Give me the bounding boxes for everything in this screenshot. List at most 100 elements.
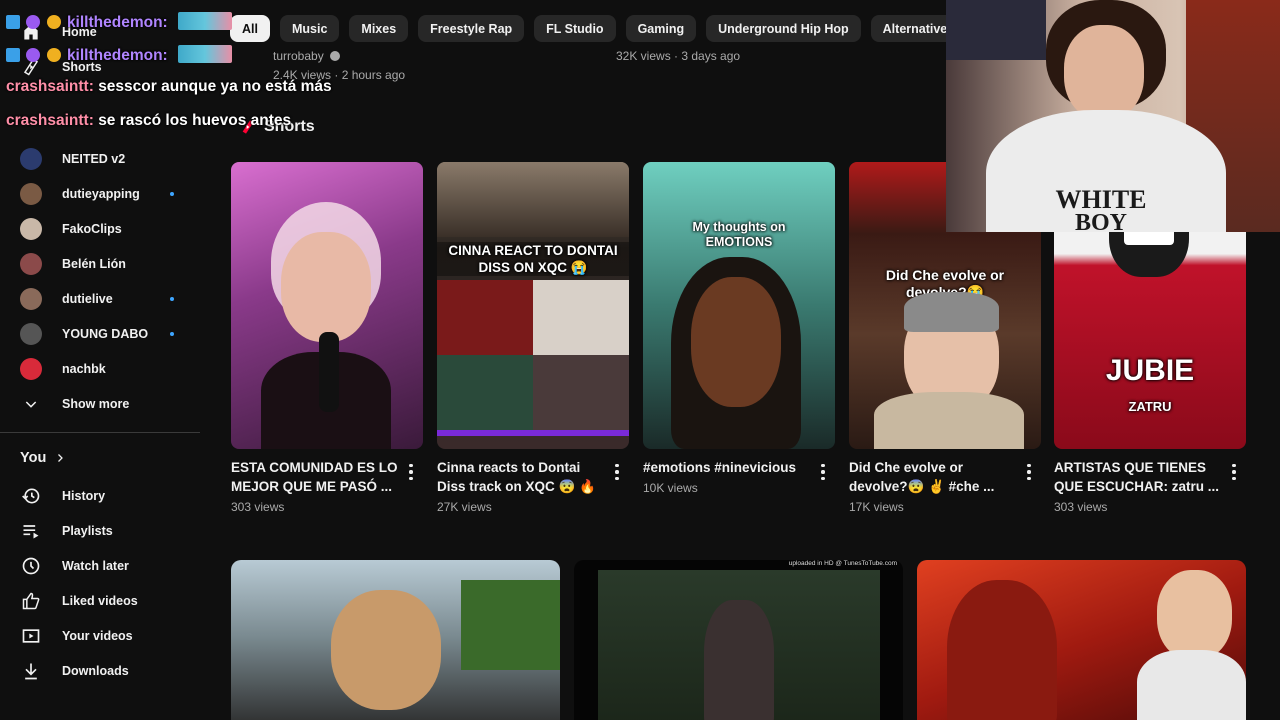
streamer-webcam: WHITE BOY	[946, 0, 1280, 232]
short-title[interactable]: Did Che evolve or devolve?😨 ✌ #che ...	[849, 458, 1017, 496]
short-card[interactable]: My thoughts on EMOTIONS #emotions #ninev…	[643, 162, 835, 495]
more-options-icon[interactable]	[815, 460, 831, 484]
sidebar-item-label: nachbk	[62, 361, 106, 376]
avatar	[20, 357, 42, 380]
chevron-down-icon	[20, 393, 42, 415]
sidebar-item-label: Downloads	[62, 663, 129, 678]
live-indicator	[170, 296, 174, 301]
short-views: 303 views	[1054, 500, 1108, 514]
gift-badge-icon	[46, 15, 61, 29]
avatar	[20, 252, 42, 275]
short-thumbnail[interactable]	[231, 162, 423, 449]
live-indicator	[170, 191, 174, 196]
sidebar-item-label: Playlists	[62, 523, 113, 538]
sidebar-item-your-videos[interactable]: Your videos	[0, 618, 200, 653]
sub-badge-icon	[26, 48, 41, 62]
short-title[interactable]: ARTISTAS QUE TIENES QUE ESCUCHAR: zatru …	[1054, 458, 1222, 496]
sidebar-item-liked-videos[interactable]: Liked videos	[0, 583, 200, 618]
short-title[interactable]: Cinna reacts to Dontai Diss track on XQC…	[437, 458, 605, 496]
sidebar-divider	[0, 432, 200, 433]
short-thumbnail[interactable]: CINNA REACT TO DONTAI DISS ON XQC 😭	[437, 162, 629, 449]
sidebar-item-you[interactable]: You	[20, 450, 66, 466]
sidebar-item-label: dutielive	[62, 291, 113, 306]
chip-gaming[interactable]: Gaming	[625, 15, 697, 42]
sidebar-item-subscription[interactable]: dutieyapping	[0, 176, 200, 211]
chat-text: se rascó los huevos antes	[98, 112, 292, 129]
more-options-icon[interactable]	[1226, 460, 1242, 484]
sidebar-item-label: YOUNG DABO	[62, 326, 149, 341]
short-views: 303 views	[231, 500, 285, 514]
chat-message: crashsaintt: se rascó los huevos antes	[6, 112, 291, 130]
more-options-icon[interactable]	[609, 460, 625, 484]
verified-icon	[329, 51, 340, 61]
chat-username: killthedemon:	[66, 14, 168, 31]
sword-badge-icon	[6, 48, 20, 62]
chevron-right-icon	[58, 454, 64, 462]
more-options-icon[interactable]	[403, 460, 419, 484]
short-views: 10K views	[643, 481, 698, 495]
watch-later-icon	[20, 555, 42, 577]
chip-underground-hip-hop[interactable]: Underground Hip Hop	[706, 15, 861, 42]
sidebar: Home Shorts NEITED v2 dutieyapping FakoC…	[0, 0, 210, 720]
more-options-icon[interactable]	[1021, 460, 1037, 484]
download-icon	[20, 660, 42, 682]
sidebar-item-subscription[interactable]: Belén Lión	[0, 246, 200, 281]
channel-name-text: turrobaby	[273, 49, 324, 63]
sidebar-item-label: History	[62, 488, 106, 503]
sidebar-item-subscription[interactable]: FakoClips	[0, 211, 200, 246]
short-title[interactable]: #emotions #ninevicious	[643, 458, 811, 477]
sidebar-item-watch-later[interactable]: Watch later	[0, 548, 200, 583]
sidebar-item-label: Liked videos	[62, 593, 138, 608]
sword-badge-icon	[6, 15, 20, 29]
sidebar-item-subscription[interactable]: dutielive	[0, 281, 200, 316]
chat-message: crashsaintt: sesscor aunque ya no está m…	[6, 78, 332, 96]
chip-all[interactable]: All	[230, 15, 270, 42]
chip-mixes[interactable]: Mixes	[349, 15, 409, 42]
chip-fl-studio[interactable]: FL Studio	[534, 15, 616, 42]
history-icon	[20, 485, 42, 507]
sidebar-item-subscription[interactable]: nachbk	[0, 351, 200, 386]
short-title[interactable]: ESTA COMUNIDAD ES LO MEJOR QUE ME PASÓ .…	[231, 458, 399, 496]
chat-message: killthedemon:	[6, 12, 233, 32]
short-thumbnail[interactable]: My thoughts on EMOTIONS	[643, 162, 835, 449]
video-thumbnail[interactable]	[231, 560, 560, 720]
chat-username: killthedemon:	[66, 47, 168, 64]
sidebar-item-playlists[interactable]: Playlists	[0, 513, 200, 548]
sidebar-item-subscription[interactable]: YOUNG DABO	[0, 316, 200, 351]
video-channel-name[interactable]: turrobaby	[273, 49, 340, 63]
video-thumbnail[interactable]	[917, 560, 1246, 720]
chat-emote	[178, 12, 233, 30]
sub-badge-icon	[26, 15, 41, 29]
show-more-button[interactable]: Show more	[0, 386, 200, 421]
like-icon	[20, 590, 42, 612]
short-caption: My thoughts on EMOTIONS	[692, 220, 786, 249]
video-watermark: uploaded in HD @ TunesToTube.com	[788, 560, 897, 567]
sidebar-item-label: FakoClips	[62, 221, 122, 236]
short-caption: CINNA REACT TO DONTAI DISS ON XQC 😭	[437, 242, 629, 276]
chip-music[interactable]: Music	[279, 15, 340, 42]
short-card[interactable]: ESTA COMUNIDAD ES LO MEJOR QUE ME PASÓ .…	[231, 162, 423, 514]
sidebar-item-subscription[interactable]: NEITED v2	[0, 141, 200, 176]
short-views: 27K views	[437, 500, 492, 514]
playlists-icon	[20, 520, 42, 542]
gift-badge-icon	[46, 48, 61, 62]
video-thumbnail[interactable]: uploaded in HD @ TunesToTube.com	[574, 560, 903, 720]
sidebar-item-history[interactable]: History	[0, 478, 200, 513]
your-videos-icon	[20, 625, 42, 647]
you-label: You	[20, 450, 47, 466]
sidebar-item-label: Your videos	[62, 628, 133, 643]
short-caption: JUBIE	[1105, 354, 1195, 387]
short-card[interactable]: CINNA REACT TO DONTAI DISS ON XQC 😭 Cinn…	[437, 162, 629, 514]
chat-emote	[178, 45, 233, 63]
chat-text: sesscor aunque ya no está más	[98, 78, 332, 95]
chip-freestyle-rap[interactable]: Freestyle Rap	[418, 15, 525, 42]
sidebar-item-label: Watch later	[62, 558, 129, 573]
sidebar-item-downloads[interactable]: Downloads	[0, 653, 200, 688]
short-subcaption: ZATRU	[1128, 399, 1172, 414]
filter-chips: All Music Mixes Freestyle Rap FL Studio …	[230, 15, 1011, 42]
live-indicator	[170, 331, 174, 336]
short-views: 17K views	[849, 500, 904, 514]
avatar	[20, 217, 42, 240]
video-meta: 32K views · 3 days ago	[616, 49, 741, 63]
chat-username: crashsaintt:	[6, 78, 94, 95]
